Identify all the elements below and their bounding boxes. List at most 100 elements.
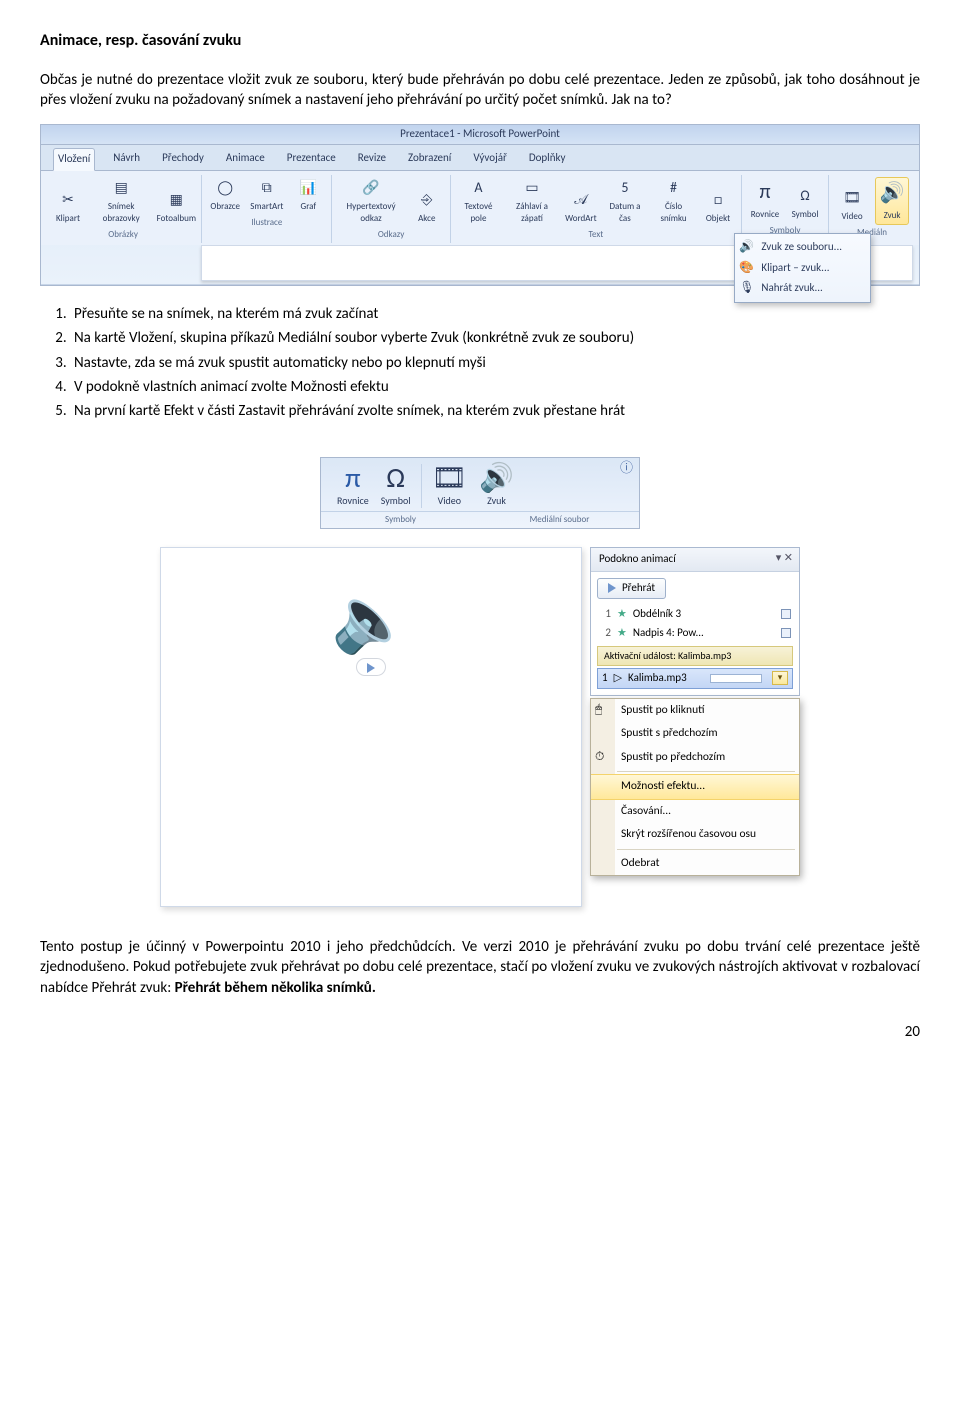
menu-klipart-zvuk[interactable]: 🎨 Klipart – zvuk... [735, 258, 870, 279]
btn-hyperlink[interactable]: 🔗Hypertextový odkaz [338, 177, 403, 227]
tab-revize[interactable]: Revize [354, 148, 390, 170]
ribbon-tabs: Vložení Návrh Přechody Animace Prezentac… [41, 145, 919, 171]
tab-doplnky[interactable]: Doplňky [525, 148, 570, 170]
audio-controls[interactable] [356, 658, 386, 676]
audio-file-icon: 🔊 [739, 239, 754, 255]
item-number: 2 [599, 626, 611, 641]
animation-item[interactable]: 1 ★ Obdélník 3 [597, 605, 793, 624]
menu-zvuk-ze-souboru[interactable]: 🔊Zvuk ze souboru... [735, 237, 870, 258]
animation-item-selected[interactable]: 1 ▷ Kalimba.mp3 ▾ [597, 668, 793, 689]
step-item: Nastavte, zda se má zvuk spustit automat… [70, 353, 920, 373]
ctx-start-on-click[interactable]: 🖱Spustit po kliknutí [591, 699, 799, 723]
btn-zvuk[interactable]: 🔊Zvuk [875, 177, 909, 225]
zvuk-dropdown-menu: 🔊Zvuk ze souboru... 🎨 Klipart – zvuk... 🎙… [734, 233, 871, 304]
play-button[interactable]: Přehrát [597, 578, 666, 599]
btn-smartart[interactable]: ⧉SmartArt [248, 177, 285, 215]
group-ilustrace: ◯Obrazce ⧉SmartArt 📊Graf Ilustrace [202, 175, 332, 243]
btn-textpole[interactable]: ATextové pole [457, 177, 500, 227]
btn-cislo[interactable]: #Číslo snímku [652, 177, 695, 227]
ctx-start-with-prev[interactable]: Spustit s předchozím [591, 722, 799, 746]
menu-label: Klipart – zvuk... [761, 261, 829, 274]
btn-wordart[interactable]: 𝒜WordArt [564, 189, 598, 227]
btn-video[interactable]: 🎞 Video [835, 187, 869, 225]
group-name: Mediální soubor [480, 512, 639, 528]
ctx-hide-timeline[interactable]: Skrýt rozšířenou časovou osu [591, 823, 799, 847]
audio-placeholder-icon[interactable]: 🔈 [161, 588, 581, 652]
group-text: ATextové pole ▭Záhlaví a zápatí 𝒜WordArt… [451, 175, 742, 243]
video-icon: 🎞 [842, 189, 862, 209]
ctx-remove[interactable]: Odebrat [591, 852, 799, 876]
pane-tools[interactable]: ▾ ✕ [776, 551, 793, 566]
step-item: Na první kartě Efekt v části Zastavit př… [70, 401, 920, 421]
btn-label: Objekt [706, 213, 730, 225]
animation-item[interactable]: 2 ★ Nadpis 4: Pow... [597, 624, 793, 643]
btn-label: Obrazce [210, 201, 240, 213]
tab-prezentace[interactable]: Prezentace [283, 148, 340, 170]
tab-vlozeni[interactable]: Vložení [53, 148, 95, 171]
clock-icon: ⏱ [595, 749, 604, 765]
btn-snimek-obrazovky[interactable]: ▤Snímek obrazovky [91, 177, 151, 227]
btn-zvuk[interactable]: 🔊Zvuk [479, 464, 514, 508]
clipart-audio-icon: 🎨 [739, 260, 754, 276]
step-item: Na kartě Vložení, skupina příkazů Mediál… [70, 328, 920, 348]
equation-icon: π [751, 179, 779, 207]
closing-text: Tento postup je účinný v Powerpointu 201… [40, 938, 920, 997]
btn-datum[interactable]: 5Datum a čas [604, 177, 646, 227]
ctx-label: Odebrat [621, 856, 659, 870]
item-dropdown-button[interactable]: ▾ [772, 671, 788, 685]
tab-zobrazeni[interactable]: Zobrazení [404, 148, 455, 170]
item-number: 1 [599, 607, 611, 622]
ctx-label: Spustit po předchozím [621, 750, 725, 764]
tab-navrh[interactable]: Návrh [109, 148, 144, 170]
btn-label: Symbol [381, 494, 411, 508]
animation-pane-screenshot: 🔈 Podokno animací ▾ ✕ Přehrát 1 ★ Obdéln… [160, 547, 800, 907]
ctx-timing[interactable]: Časování... [591, 800, 799, 824]
animation-pane: Podokno animací ▾ ✕ Přehrát 1 ★ Obdélník… [590, 547, 800, 696]
group-odkazy: 🔗Hypertextový odkaz ⎆Akce Odkazy [332, 175, 450, 243]
datetime-icon: 5 [615, 179, 635, 199]
speaker-icon: 🔊 [479, 464, 514, 492]
steps-list: Přesuňte se na snímek, na kterém má zvuk… [70, 304, 920, 421]
btn-zahlavi[interactable]: ▭Záhlaví a zápatí [506, 177, 558, 227]
step-item: V podokně vlastních animací zvolte Možno… [70, 377, 920, 397]
group-label: Odkazy [378, 229, 405, 241]
ctx-label: Možnosti efektu... [621, 779, 705, 793]
tab-prechody[interactable]: Přechody [158, 148, 208, 170]
btn-objekt[interactable]: □ Objekt [701, 189, 735, 227]
headerfooter-icon: ▭ [522, 179, 542, 199]
record-audio-icon: 🎙 [739, 280, 754, 296]
group-label: Obrázky [108, 229, 138, 241]
page-number: 20 [40, 1022, 920, 1042]
ctx-label: Spustit po kliknutí [621, 703, 705, 717]
item-number: 1 [602, 671, 608, 686]
btn-label: Snímek obrazovky [93, 201, 149, 225]
textbox-icon: A [468, 179, 488, 199]
btn-label: Akce [418, 213, 435, 225]
btn-video[interactable]: 🎞Video [432, 464, 468, 508]
btn-label: Textové pole [459, 201, 498, 225]
ctx-start-after-prev[interactable]: ⏱ Spustit po předchozím [591, 746, 799, 770]
btn-label: WordArt [565, 213, 596, 225]
tab-animace[interactable]: Animace [222, 148, 269, 170]
btn-label: Klipart [56, 213, 80, 225]
btn-fotoalbum[interactable]: ▦Fotoalbum [157, 189, 195, 227]
btn-rovnice[interactable]: πRovnice [748, 177, 782, 223]
btn-akce[interactable]: ⎆Akce [410, 189, 444, 227]
btn-label: Video [841, 211, 862, 223]
btn-graf[interactable]: 📊Graf [291, 177, 325, 215]
group-name: Symboly [321, 512, 480, 528]
btn-symbol[interactable]: ΩSymbol [381, 464, 411, 508]
btn-label: Záhlaví a zápatí [508, 201, 556, 225]
btn-rovnice[interactable]: πRovnice [337, 464, 369, 508]
menu-label: Nahrát zvuk... [761, 281, 822, 294]
btn-obrazce[interactable]: ◯Obrazce [208, 177, 242, 215]
btn-klipart[interactable]: ✂Klipart [51, 189, 85, 227]
ctx-effect-options[interactable]: Možnosti efektu... [591, 774, 799, 800]
btn-label: Zvuk [884, 210, 901, 222]
play-icon[interactable] [367, 663, 375, 673]
menu-nahrat-zvuk[interactable]: 🎙 Nahrát zvuk... [735, 278, 870, 299]
help-icon[interactable]: ⓘ [620, 460, 633, 478]
btn-symbol[interactable]: ΩSymbol [788, 185, 822, 223]
tab-vyvojar[interactable]: Vývojář [469, 148, 511, 170]
object-icon: □ [708, 191, 728, 211]
